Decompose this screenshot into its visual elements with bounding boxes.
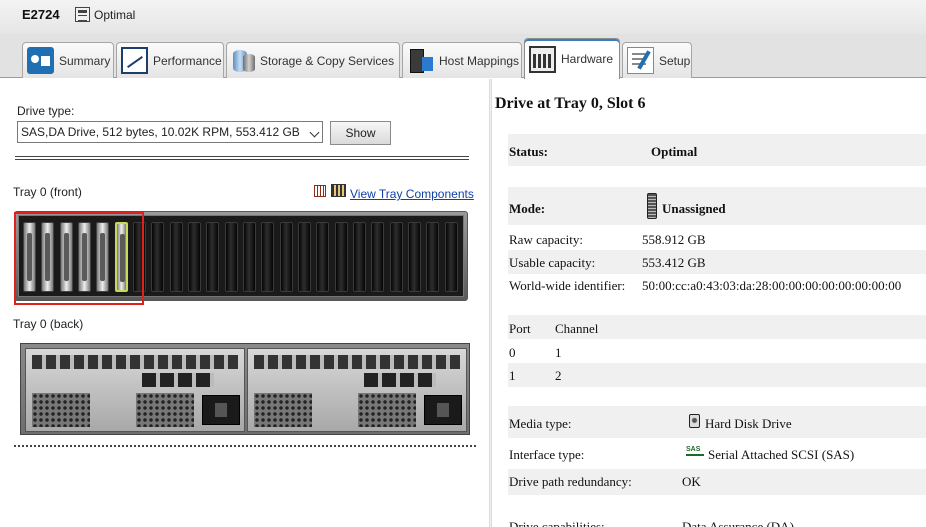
hardware-icon bbox=[529, 45, 556, 73]
port-value: 1 bbox=[509, 368, 516, 383]
raw-capacity-label: Raw capacity: bbox=[509, 232, 583, 247]
expansion-ports bbox=[364, 373, 436, 387]
tab-summary-label: Summary bbox=[59, 53, 111, 68]
empty-slot[interactable] bbox=[169, 222, 183, 292]
power-supply-a[interactable] bbox=[202, 395, 240, 425]
empty-slot[interactable] bbox=[243, 222, 256, 292]
array-name: E2724 bbox=[22, 7, 60, 22]
empty-slot[interactable] bbox=[151, 222, 165, 292]
tab-summary[interactable]: Summary bbox=[22, 42, 114, 78]
mode-value: Unassigned bbox=[662, 201, 726, 216]
channel-value: 1 bbox=[555, 345, 562, 360]
usable-capacity-value: 553.412 GB bbox=[642, 255, 706, 270]
tab-host-mappings[interactable]: Host Mappings bbox=[402, 42, 522, 78]
media-type-label: Media type: bbox=[509, 416, 572, 431]
controller-b[interactable] bbox=[247, 348, 467, 432]
sas-icon: SAS bbox=[686, 446, 704, 456]
empty-slot[interactable] bbox=[426, 222, 440, 292]
status-value: Optimal bbox=[651, 144, 698, 159]
capabilities-value: Data Assurance (DA) bbox=[682, 519, 794, 527]
empty-slot[interactable] bbox=[298, 222, 311, 292]
empty-slot[interactable] bbox=[389, 222, 403, 292]
summary-icon bbox=[27, 47, 54, 74]
tray-back-label: Tray 0 (back) bbox=[13, 317, 84, 331]
drive-type-value: SAS,DA Drive, 512 bytes, 10.02K RPM, 553… bbox=[21, 125, 300, 139]
tab-storage-copy-services[interactable]: Storage & Copy Services bbox=[226, 42, 400, 78]
tab-setup-label: Setup bbox=[659, 53, 691, 68]
drive-type-select[interactable]: SAS,DA Drive, 512 bytes, 10.02K RPM, 553… bbox=[17, 121, 323, 143]
path-redundancy-label: Drive path redundancy: bbox=[509, 474, 632, 489]
selected-drives-highlight bbox=[14, 212, 144, 305]
empty-slot[interactable] bbox=[444, 222, 458, 292]
channel-header: Channel bbox=[555, 321, 599, 336]
empty-slot[interactable] bbox=[261, 222, 275, 292]
status-row bbox=[508, 134, 926, 166]
empty-slot[interactable] bbox=[353, 222, 366, 292]
fan-vent bbox=[254, 393, 312, 427]
channel-value: 2 bbox=[555, 368, 562, 383]
tab-strip: Summary Performance Storage & Copy Servi… bbox=[0, 34, 926, 79]
port-row-2 bbox=[508, 363, 926, 387]
hard-disk-icon bbox=[689, 414, 700, 428]
empty-slot[interactable] bbox=[206, 222, 220, 292]
hardware-tray-panel: Drive type: SAS,DA Drive, 512 bytes, 10.… bbox=[0, 79, 490, 527]
divider bbox=[15, 156, 469, 160]
tray-back-view bbox=[20, 343, 470, 435]
tab-performance-label: Performance bbox=[153, 53, 222, 68]
interface-type-value: Serial Attached SCSI (SAS) bbox=[708, 447, 855, 462]
tray-components-icon[interactable] bbox=[314, 185, 326, 197]
port-value: 0 bbox=[509, 345, 516, 360]
chevron-down-icon bbox=[309, 127, 320, 138]
interface-type-label: Interface type: bbox=[509, 447, 585, 462]
tab-performance[interactable]: Performance bbox=[116, 42, 224, 78]
status-label: Status: bbox=[509, 144, 549, 159]
tab-host-mappings-label: Host Mappings bbox=[439, 53, 520, 68]
empty-slot[interactable] bbox=[224, 222, 238, 292]
wwid-label: World-wide identifier: bbox=[509, 278, 626, 293]
show-button[interactable]: Show bbox=[330, 121, 391, 145]
tab-hardware-label: Hardware bbox=[561, 52, 614, 66]
expansion-ports bbox=[142, 373, 214, 387]
tray-drives-icon[interactable] bbox=[331, 184, 346, 197]
tab-setup[interactable]: Setup bbox=[622, 42, 692, 78]
drive-title: Drive at Tray 0, Slot 6 bbox=[495, 95, 646, 112]
empty-slot[interactable] bbox=[279, 222, 293, 292]
media-type-value: Hard Disk Drive bbox=[705, 416, 792, 431]
host-mappings-icon bbox=[407, 47, 434, 74]
tray-front-label: Tray 0 (front) bbox=[13, 185, 82, 199]
power-supply-b[interactable] bbox=[424, 395, 462, 425]
controller-a[interactable] bbox=[25, 348, 245, 432]
tab-hardware[interactable]: Hardware bbox=[524, 38, 620, 79]
tab-storage-label: Storage & Copy Services bbox=[260, 53, 395, 68]
drive-icon bbox=[647, 193, 657, 219]
wwid-value: 50:00:cc:a0:43:03:da:28:00:00:00:00:00:0… bbox=[642, 278, 902, 293]
performance-icon bbox=[121, 47, 148, 74]
empty-slot[interactable] bbox=[334, 222, 348, 292]
capabilities-label: Drive capabilities: bbox=[509, 519, 605, 527]
top-bar: E2724 Optimal bbox=[0, 0, 926, 34]
storage-icon bbox=[231, 47, 255, 74]
raw-capacity-value: 558.912 GB bbox=[642, 232, 706, 247]
fan-vent bbox=[32, 393, 90, 427]
drive-properties-panel: Drive at Tray 0, Slot 6 Status: Optimal … bbox=[492, 79, 926, 527]
array-status[interactable]: Optimal bbox=[94, 8, 135, 22]
fan-vent bbox=[136, 393, 194, 427]
view-tray-components-link[interactable]: View Tray Components bbox=[350, 187, 474, 201]
usable-capacity-label: Usable capacity: bbox=[509, 255, 596, 270]
empty-slot[interactable] bbox=[316, 222, 330, 292]
mode-label: Mode: bbox=[509, 201, 546, 216]
host-ports bbox=[254, 355, 460, 369]
empty-slot[interactable] bbox=[188, 222, 201, 292]
empty-slot[interactable] bbox=[408, 222, 421, 292]
path-redundancy-value: OK bbox=[682, 474, 701, 489]
empty-slot[interactable] bbox=[371, 222, 385, 292]
fan-vent bbox=[358, 393, 416, 427]
dotted-divider bbox=[14, 445, 476, 447]
storage-array-icon bbox=[75, 7, 90, 22]
port-header: Port bbox=[509, 321, 531, 336]
setup-icon bbox=[627, 47, 654, 74]
host-ports bbox=[32, 355, 238, 369]
drive-type-label: Drive type: bbox=[17, 104, 75, 118]
